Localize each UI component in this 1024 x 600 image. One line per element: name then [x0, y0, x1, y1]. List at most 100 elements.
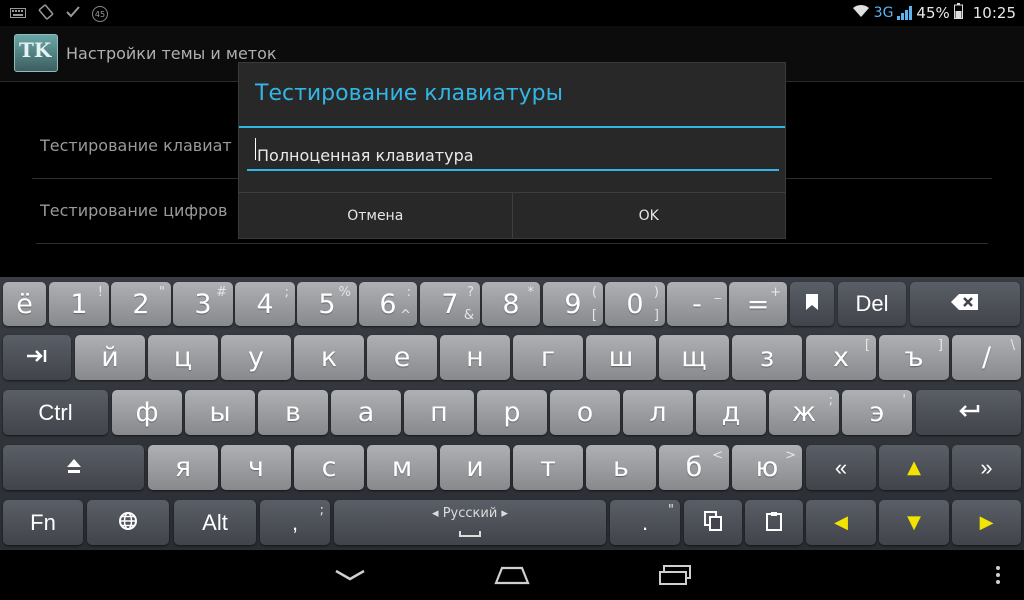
key-yo[interactable]: ё — [3, 282, 46, 326]
signal-icon — [897, 6, 913, 20]
key-а[interactable]: а — [331, 390, 401, 435]
key-б[interactable]: б < — [659, 445, 729, 490]
key-к[interactable]: к — [294, 335, 364, 380]
checkmark-icon — [66, 6, 80, 22]
dialog-title: Тестирование клавиатуры — [255, 81, 564, 106]
key-г[interactable]: г — [513, 335, 583, 380]
fn-key[interactable]: Fn — [3, 500, 83, 545]
key-й[interactable]: й — [75, 335, 145, 380]
key-ь[interactable]: ь — [586, 445, 656, 490]
home-icon[interactable] — [492, 562, 532, 588]
dialog-buttons: Отмена OK — [239, 192, 785, 239]
keyboard-icon — [10, 7, 26, 22]
key-3[interactable]: 3 # — [173, 282, 233, 326]
alt-key[interactable]: Alt — [174, 500, 256, 545]
recent-apps-icon[interactable] — [655, 562, 695, 588]
setting-numpad-test[interactable]: Тестирование цифров — [40, 201, 227, 220]
key-ю[interactable]: ю > — [732, 445, 802, 490]
key-ф[interactable]: ф — [112, 390, 182, 435]
keyboard: ё 1! 2 " 3 # 4; 5% 6: ^ 7? & 8 * 9([ 0)] - _ =… — [0, 277, 1024, 550]
status-bar: 45 3G 45% 10:25 — [0, 0, 1024, 26]
overflow-menu-icon[interactable] — [978, 562, 1018, 588]
key-ш[interactable]: ш — [586, 335, 656, 380]
bookmark-key[interactable] — [790, 282, 834, 326]
setting-keyboard-test[interactable]: Тестирование клавиат — [40, 136, 232, 155]
key-э[interactable]: э ' — [842, 390, 912, 435]
space-key[interactable]: ◂ Русский ▸ — [334, 500, 606, 545]
globe-icon — [118, 511, 138, 535]
key-с[interactable]: с — [294, 445, 364, 490]
key-8[interactable]: 8 * — [482, 282, 540, 326]
bookmark-icon — [805, 293, 819, 315]
space-icon — [459, 531, 481, 537]
language-key[interactable] — [87, 500, 169, 545]
backspace-key[interactable] — [910, 282, 1020, 326]
key-е[interactable]: е — [367, 335, 437, 380]
key-slash[interactable]: / \ — [952, 335, 1021, 380]
key-7[interactable]: 7? & — [420, 282, 480, 326]
key-и[interactable]: и — [440, 445, 510, 490]
key-ы[interactable]: ы — [185, 390, 255, 435]
key-з[interactable]: з — [732, 335, 802, 380]
arrow-down-icon: ▼ — [907, 512, 921, 533]
copy-icon — [704, 510, 722, 535]
key-х[interactable]: х[ — [806, 335, 876, 380]
key-2[interactable]: 2 " — [111, 282, 171, 326]
divider — [36, 243, 988, 244]
key-в[interactable]: в — [258, 390, 328, 435]
key-т[interactable]: т — [513, 445, 583, 490]
key-щ[interactable]: щ — [659, 335, 729, 380]
arrow-down-key[interactable]: ▼ — [879, 500, 949, 545]
quote-left-key[interactable]: « — [806, 445, 876, 490]
del-key[interactable]: Del — [838, 282, 906, 326]
app-logo[interactable]: TK — [14, 34, 58, 72]
paste-key[interactable] — [745, 500, 803, 545]
key-1[interactable]: 1! — [49, 282, 109, 326]
key-р[interactable]: р — [477, 390, 547, 435]
period-key[interactable]: . " — [610, 500, 680, 545]
key-9[interactable]: 9([ — [543, 282, 603, 326]
key-д[interactable]: д — [696, 390, 766, 435]
key-ч[interactable]: ч — [221, 445, 291, 490]
battery-percent: 45% — [916, 4, 950, 22]
key-я[interactable]: я — [148, 445, 218, 490]
key-л[interactable]: л — [623, 390, 693, 435]
shift-icon — [65, 457, 83, 479]
comma-key[interactable]: ,; — [260, 500, 330, 545]
shift-key[interactable] — [3, 445, 144, 490]
cancel-button[interactable]: Отмена — [239, 193, 512, 239]
clipboard-icon — [766, 511, 782, 535]
space-language-label: ◂ Русский ▸ — [432, 506, 508, 521]
arrow-right-icon: ▶ — [979, 512, 994, 533]
arrow-right-key[interactable]: ▶ — [952, 500, 1021, 545]
tab-key[interactable] — [3, 335, 71, 380]
key-ъ[interactable]: ъ] — [879, 335, 949, 380]
page-title: Настройки темы и меток — [66, 44, 277, 63]
key-ж[interactable]: ж; — [769, 390, 839, 435]
key-ц[interactable]: ц — [148, 335, 218, 380]
battery-icon — [953, 3, 963, 23]
copy-key[interactable] — [684, 500, 742, 545]
key-о[interactable]: о — [550, 390, 620, 435]
arrow-left-icon: ◀ — [834, 512, 848, 533]
ok-button[interactable]: OK — [511, 193, 786, 239]
key-equals[interactable]: = + — [729, 282, 787, 326]
enter-key[interactable] — [916, 390, 1021, 435]
enter-icon — [957, 403, 981, 423]
ctrl-key[interactable]: Ctrl — [3, 390, 108, 435]
test-input[interactable] — [247, 141, 779, 171]
key-4[interactable]: 4; — [235, 282, 295, 326]
arrow-left-key[interactable]: ◀ — [806, 500, 876, 545]
back-icon[interactable] — [330, 562, 370, 588]
key-0[interactable]: 0)] — [605, 282, 665, 326]
quote-right-key[interactable]: » — [952, 445, 1021, 490]
backspace-icon — [950, 293, 980, 315]
arrow-up-key[interactable]: ▲ — [879, 445, 949, 490]
key-м[interactable]: м — [367, 445, 437, 490]
key-6[interactable]: 6: ^ — [359, 282, 417, 326]
key-п[interactable]: п — [404, 390, 474, 435]
key-minus[interactable]: - _ — [667, 282, 727, 326]
key-5[interactable]: 5% — [297, 282, 357, 326]
key-н[interactable]: н — [440, 335, 510, 380]
key-у[interactable]: у — [221, 335, 291, 380]
